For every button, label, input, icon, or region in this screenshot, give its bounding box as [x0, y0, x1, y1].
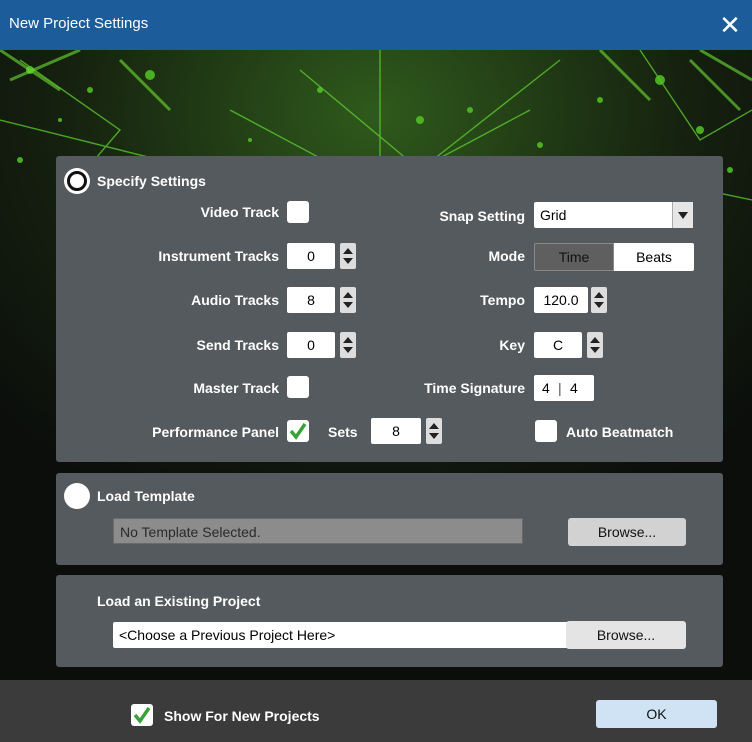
load-existing-project-panel: Load an Existing Project <Choose a Previ… [56, 575, 723, 667]
stepper-arrows-icon[interactable] [587, 332, 603, 358]
instrument-tracks-label: Instrument Tracks [158, 248, 279, 264]
stepper-arrows-icon[interactable] [340, 243, 356, 269]
show-for-new-projects-label: Show For New Projects [164, 708, 320, 724]
auto-beatmatch-label: Auto Beatmatch [566, 424, 674, 440]
key-label: Key [499, 337, 525, 353]
time-signature-field[interactable]: 4 | 4 [534, 375, 594, 401]
specify-settings-radio[interactable] [64, 168, 90, 194]
load-template-label: Load Template [97, 488, 195, 504]
mode-toggle[interactable]: Time Beats [534, 243, 694, 271]
tempo-value[interactable]: 120.0 [534, 287, 588, 313]
time-signature-label: Time Signature [424, 380, 525, 396]
mode-option-time[interactable]: Time [534, 243, 614, 271]
checkmark-icon [289, 423, 307, 440]
mode-label: Mode [488, 248, 525, 264]
master-track-label: Master Track [193, 380, 279, 396]
snap-setting-value: Grid [540, 207, 567, 223]
show-for-new-projects-checkbox[interactable] [131, 704, 153, 726]
checkmark-icon [133, 707, 151, 724]
audio-tracks-label: Audio Tracks [191, 292, 279, 308]
existing-project-browse-button[interactable]: Browse... [566, 621, 686, 649]
stepper-arrows-icon[interactable] [340, 332, 356, 358]
send-tracks-value[interactable]: 0 [287, 332, 335, 358]
performance-panel-label: Performance Panel [152, 424, 279, 440]
specify-settings-label: Specify Settings [97, 173, 206, 189]
close-icon[interactable]: ✕ [714, 9, 746, 41]
snap-setting-dropdown[interactable]: Grid [534, 202, 693, 228]
title-bar: New Project Settings ✕ [0, 0, 752, 50]
load-template-radio[interactable] [64, 483, 90, 509]
mode-option-beats[interactable]: Beats [614, 243, 694, 271]
snap-setting-label: Snap Setting [439, 208, 525, 224]
template-browse-button[interactable]: Browse... [568, 518, 686, 546]
time-signature-separator: | [558, 380, 562, 396]
performance-panel-checkbox[interactable] [287, 420, 309, 442]
auto-beatmatch-checkbox[interactable] [535, 420, 557, 442]
stepper-arrows-icon[interactable] [426, 418, 442, 444]
key-value[interactable]: C [534, 332, 582, 358]
dialog-footer: Show For New Projects OK [0, 680, 752, 742]
sets-value[interactable]: 8 [371, 418, 421, 444]
stepper-arrows-icon[interactable] [591, 287, 607, 313]
sets-label: Sets [328, 424, 358, 440]
tempo-label: Tempo [480, 292, 525, 308]
new-project-settings-dialog: New Project Settings ✕ Specify Settings … [0, 0, 752, 742]
send-tracks-label: Send Tracks [196, 337, 280, 353]
ok-button[interactable]: OK [596, 700, 717, 728]
template-path-field: No Template Selected. [113, 518, 523, 544]
window-title: New Project Settings [9, 15, 149, 32]
video-track-label: Video Track [200, 204, 279, 220]
audio-tracks-value[interactable]: 8 [287, 287, 335, 313]
instrument-tracks-value[interactable]: 0 [287, 243, 335, 269]
load-existing-project-label: Load an Existing Project [97, 593, 261, 609]
stepper-arrows-icon[interactable] [340, 287, 356, 313]
time-signature-numerator[interactable]: 4 [542, 375, 550, 401]
chevron-down-icon[interactable] [672, 202, 693, 228]
video-track-checkbox[interactable] [287, 201, 309, 223]
specify-settings-panel: Specify Settings Video Track Instrument … [56, 156, 723, 462]
previous-project-value: <Choose a Previous Project Here> [119, 627, 336, 643]
master-track-checkbox[interactable] [287, 376, 309, 398]
previous-project-dropdown[interactable]: <Choose a Previous Project Here> [113, 622, 605, 648]
load-template-panel: Load Template No Template Selected. Brow… [56, 473, 723, 565]
time-signature-denominator[interactable]: 4 [570, 375, 578, 401]
